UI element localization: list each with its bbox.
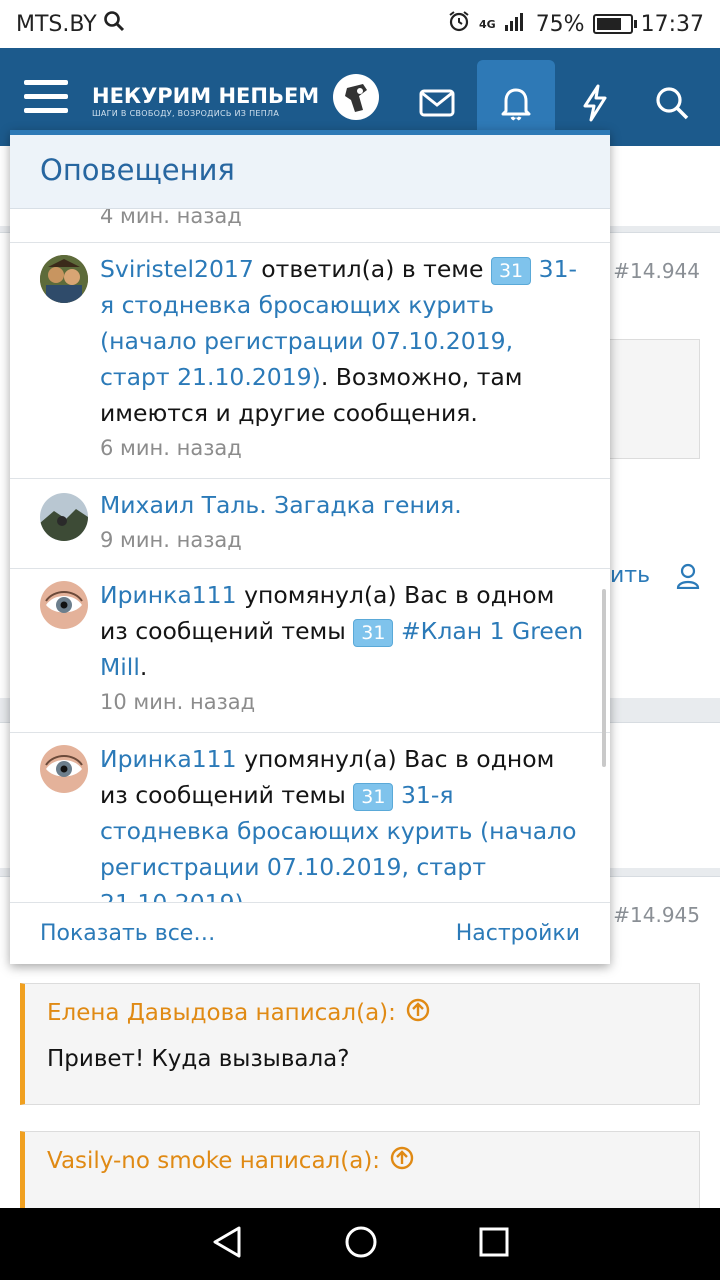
thread-badge: 31 [490, 257, 532, 285]
menu-icon[interactable] [24, 80, 68, 116]
notification-time: 10 мин. назад [100, 690, 256, 714]
list-item[interactable]: Иринка111 упомянул(а) Вас в одном из соо… [10, 569, 610, 733]
notification-user[interactable]: Михаил Таль. Загадка гения. [100, 491, 462, 519]
notifications-popup: Оповещения 4 мин. назад Sviristel2017 от… [10, 130, 610, 964]
post-number[interactable]: #14.945 [613, 903, 700, 927]
list-item[interactable]: Sviristel2017 ответил(а) в теме 31 31-я … [10, 243, 610, 479]
home-icon[interactable] [344, 1225, 378, 1263]
user-avatar[interactable] [333, 74, 379, 120]
battery-icon [592, 14, 637, 34]
notification-time: 4 мин. назад [100, 209, 242, 228]
system-nav-bar [0, 1208, 720, 1280]
alarm-icon [447, 9, 471, 39]
avatar[interactable] [40, 745, 88, 793]
quote-text: Привет! Куда вызывала? [47, 1046, 350, 1072]
status-bar: MTS.BY 4G 75% 17:37 [0, 0, 720, 48]
logo-title: НЕКУРИМ НЕПЬЕМ [92, 84, 320, 108]
clock: 17:37 [640, 11, 704, 37]
quote-header[interactable]: Елена Давыдова написал(а): [25, 984, 699, 1028]
search-icon [103, 10, 125, 38]
quote-block: Vasily-no smoke написал(а): [20, 1131, 700, 1209]
thread-badge: 31 [353, 783, 394, 811]
side-link[interactable]: ить [610, 563, 650, 588]
popup-title: Оповещения [10, 135, 610, 209]
network-type: 4G [479, 17, 496, 31]
show-all-link[interactable]: Показать все… [40, 921, 215, 946]
signal-icon [504, 10, 528, 38]
thread-badge: 31 [353, 619, 394, 647]
battery-percent: 75% [535, 11, 585, 37]
search-icon[interactable] [633, 60, 711, 146]
list-item[interactable]: Иринка111 упомянул(а) Вас в одном из соо… [10, 733, 610, 907]
settings-link[interactable]: Настройки [456, 921, 580, 946]
notifications-list[interactable]: 4 мин. назад Sviristel2017 ответил(а) в … [10, 209, 610, 907]
avatar[interactable] [40, 255, 88, 303]
notification-user[interactable]: Иринка111 [100, 745, 237, 773]
quote-header[interactable]: Vasily-no smoke написал(а): [25, 1132, 699, 1176]
quote-author[interactable]: Елена Давыдова написал(а): [47, 1000, 396, 1026]
scrollbar[interactable] [602, 589, 606, 767]
logo-subtitle: ШАГИ В СВОБОДУ, ВОЗРОДИСЬ ИЗ ПЕПЛА [92, 109, 280, 118]
back-icon[interactable] [211, 1225, 243, 1263]
quote-author[interactable]: Vasily-no smoke написал(а): [47, 1148, 380, 1174]
site-logo[interactable]: НЕКУРИМ НЕПЬЕМ ШАГИ В СВОБОДУ, ВОЗРОДИСЬ… [92, 84, 319, 118]
avatar[interactable] [40, 493, 88, 541]
notification-time: 9 мин. назад [100, 528, 242, 552]
notification-time: 6 мин. назад [100, 436, 242, 460]
recents-icon[interactable] [479, 1227, 509, 1261]
avatar[interactable] [40, 581, 88, 629]
notification-action: ответил(а) в теме [253, 255, 491, 283]
popup-footer: Показать все… Настройки [10, 902, 610, 964]
quote-box [600, 339, 700, 459]
post-number[interactable]: #14.944 [613, 259, 700, 283]
list-item[interactable]: Михаил Таль. Загадка гения. 9 мин. назад [10, 479, 610, 569]
notification-tail: . [139, 653, 148, 681]
notification-user[interactable]: Sviristel2017 [100, 255, 254, 283]
quote-block: Елена Давыдова написал(а): Привет! Куда … [20, 983, 700, 1105]
user-icon[interactable] [676, 563, 700, 593]
notification-user[interactable]: Иринка111 [100, 581, 237, 609]
arrow-up-circle-icon[interactable] [390, 1146, 414, 1176]
popup-caret [504, 118, 528, 130]
list-item[interactable]: 4 мин. назад [10, 209, 610, 243]
arrow-up-circle-icon[interactable] [406, 998, 430, 1028]
carrier-label: MTS.BY [16, 11, 97, 37]
